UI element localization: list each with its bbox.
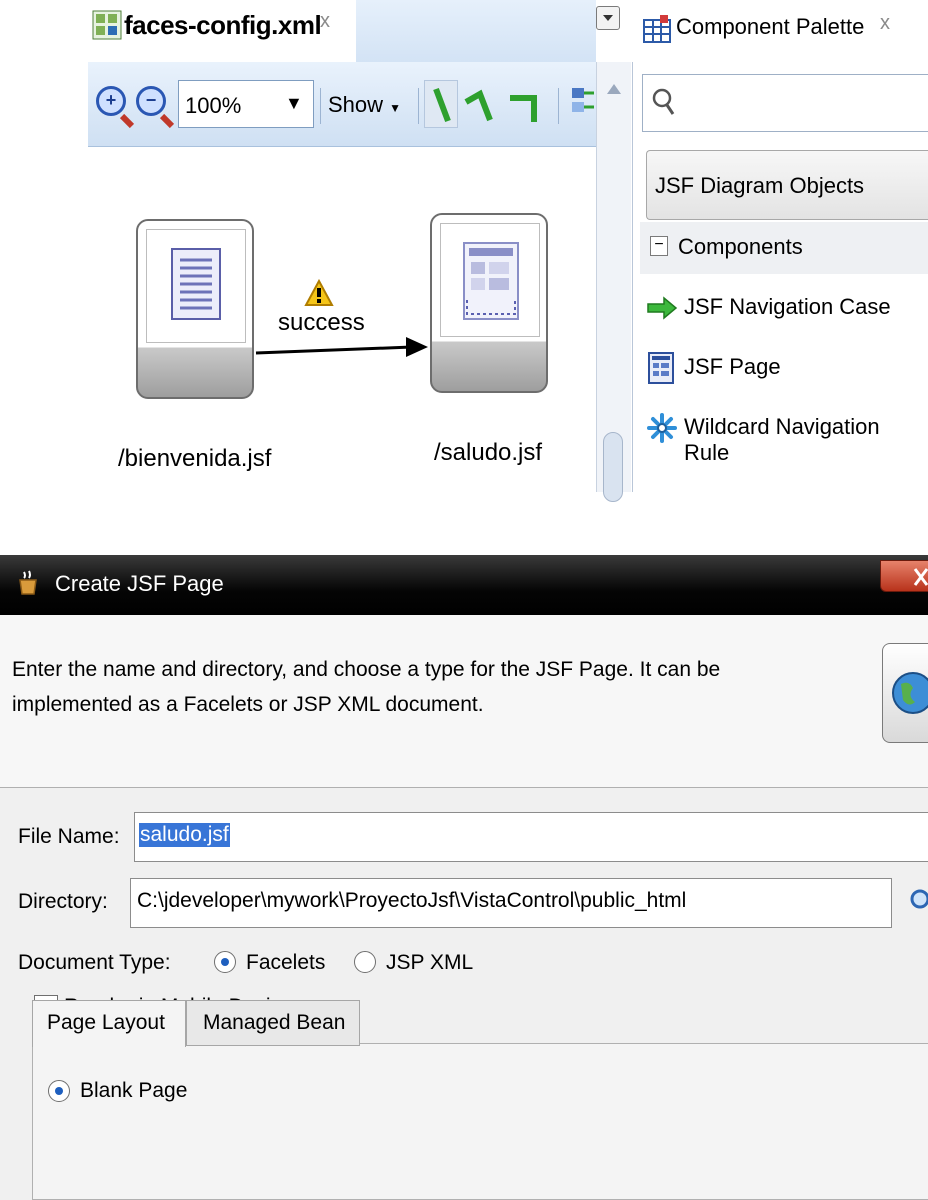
tab-managed-bean[interactable]: Managed Bean <box>186 1000 360 1046</box>
globe-icon <box>892 672 928 714</box>
tab-label: Page Layout <box>47 1011 165 1034</box>
palette-item-wildcard-rule[interactable]: Wildcard Navigation Rule <box>642 404 928 465</box>
toolbar-separator <box>558 88 559 124</box>
jsp-xml-radio[interactable] <box>354 951 376 973</box>
show-menu-label: Show <box>328 92 384 117</box>
chevron-down-icon: ▼ <box>389 101 402 115</box>
tab-list-dropdown-button[interactable] <box>596 6 620 30</box>
angled-line-icon <box>464 89 493 122</box>
layout-icon <box>572 88 594 112</box>
close-icon <box>913 568 928 586</box>
node-preview <box>440 223 540 337</box>
palette-item-label: JSF Navigation Case <box>684 294 891 319</box>
toolbar-separator <box>418 88 419 124</box>
editor-tab-strip <box>356 0 596 63</box>
toolbar-separator <box>320 88 321 124</box>
page-node-saludo[interactable] <box>430 213 548 393</box>
angled-connector-button[interactable] <box>460 80 500 128</box>
dialog-title: Create JSF Page <box>55 571 224 596</box>
palette-item-jsf-page[interactable]: JSF Page <box>642 344 928 392</box>
tab-label: Managed Bean <box>203 1011 346 1034</box>
editor-tab-close-icon[interactable]: x <box>320 10 330 33</box>
palette-category-label: JSF Diagram Objects <box>655 173 865 198</box>
zoom-in-icon: + <box>96 86 126 116</box>
zoom-level-select[interactable]: 100% ▼ <box>178 80 314 128</box>
blank-page-radio[interactable] <box>48 1080 70 1102</box>
jsp-xml-label[interactable]: JSP XML <box>386 951 473 975</box>
palette-search-field[interactable] <box>683 85 917 121</box>
zoom-level-value: 100% <box>185 93 242 118</box>
palette-section-label: Components <box>678 234 803 259</box>
green-arrow-icon <box>647 296 678 320</box>
blank-page-label[interactable]: Blank Page <box>80 1079 187 1103</box>
dialog-description: Enter the name and directory, and choose… <box>12 658 721 716</box>
file-name-input[interactable]: saludo.jsf <box>134 812 928 862</box>
jdeveloper-cup-icon <box>19 570 37 595</box>
diagram-canvas[interactable]: success /bienvenida.jsf /saludo.jsf <box>88 147 608 492</box>
orthogonal-line-icon <box>510 95 537 122</box>
show-menu-button[interactable]: Show ▼ <box>328 92 401 118</box>
jsf-page-icon <box>648 352 674 384</box>
dialog-close-button[interactable] <box>880 560 928 592</box>
collapse-icon[interactable]: − <box>650 236 668 256</box>
directory-label: Directory: <box>18 890 108 913</box>
zoom-out-icon: − <box>136 86 166 116</box>
palette-item-navigation-case[interactable]: JSF Navigation Case <box>642 284 928 332</box>
orthogonal-connector-button[interactable] <box>504 80 544 128</box>
zoom-handle <box>119 113 135 129</box>
page-layout-panel <box>32 1043 928 1200</box>
editor-tab-faces-config[interactable]: faces-config.xml x <box>88 0 357 62</box>
file-name-label: File Name: <box>18 825 120 848</box>
page-node-label: /saludo.jsf <box>434 439 543 466</box>
palette-tab-label: Component Palette <box>676 14 865 39</box>
zoom-in-button[interactable]: + <box>96 86 140 130</box>
directory-value: C:\jdeveloper\mywork\ProyectoJsf\VistaCo… <box>137 889 687 912</box>
search-icon <box>652 88 675 115</box>
straight-line-icon <box>433 87 451 123</box>
node-preview <box>146 229 246 343</box>
facelets-radio[interactable] <box>214 951 236 973</box>
zoom-handle <box>159 113 175 129</box>
dialog-header-graphic <box>882 643 928 743</box>
faces-config-icon <box>92 10 122 40</box>
palette-grid-icon <box>643 15 671 43</box>
document-icon <box>171 248 221 320</box>
facelets-label[interactable]: Facelets <box>246 951 325 975</box>
layout-button[interactable] <box>568 82 596 126</box>
page-node-bienvenida[interactable] <box>136 219 254 399</box>
scroll-up-icon <box>607 84 621 94</box>
diagram-vertical-scrollbar[interactable] <box>596 62 631 502</box>
straight-connector-toggle[interactable] <box>424 80 458 128</box>
scrollbar-thumb[interactable] <box>603 432 623 502</box>
browse-icon[interactable] <box>908 887 928 915</box>
palette-item-label: Wildcard Navigation Rule <box>684 414 880 465</box>
edge-label[interactable]: success <box>278 309 365 337</box>
file-name-value: saludo.jsf <box>139 823 230 847</box>
jsf-page-icon <box>463 242 519 320</box>
palette-section-components[interactable]: − Components <box>640 222 928 274</box>
palette-search-input[interactable] <box>642 74 928 132</box>
chevron-down-icon: ▼ <box>285 93 303 113</box>
page-node-label: /bienvenida.jsf <box>118 445 272 472</box>
palette-item-label: JSF Page <box>684 354 781 379</box>
palette-category-select[interactable]: JSF Diagram Objects <box>646 150 928 220</box>
directory-input[interactable]: C:\jdeveloper\mywork\ProyectoJsf\VistaCo… <box>130 878 892 928</box>
document-type-label: Document Type: <box>18 951 171 974</box>
wildcard-icon <box>647 413 677 443</box>
warning-icon <box>304 279 334 306</box>
editor-tab-label: faces-config.xml <box>124 10 322 40</box>
chevron-down-icon <box>603 15 613 21</box>
palette-tab[interactable]: Component Palette x <box>632 0 928 62</box>
zoom-out-button[interactable]: − <box>136 86 180 130</box>
palette-tab-close-icon[interactable]: x <box>880 12 890 35</box>
tab-page-layout[interactable]: Page Layout <box>32 1000 186 1047</box>
